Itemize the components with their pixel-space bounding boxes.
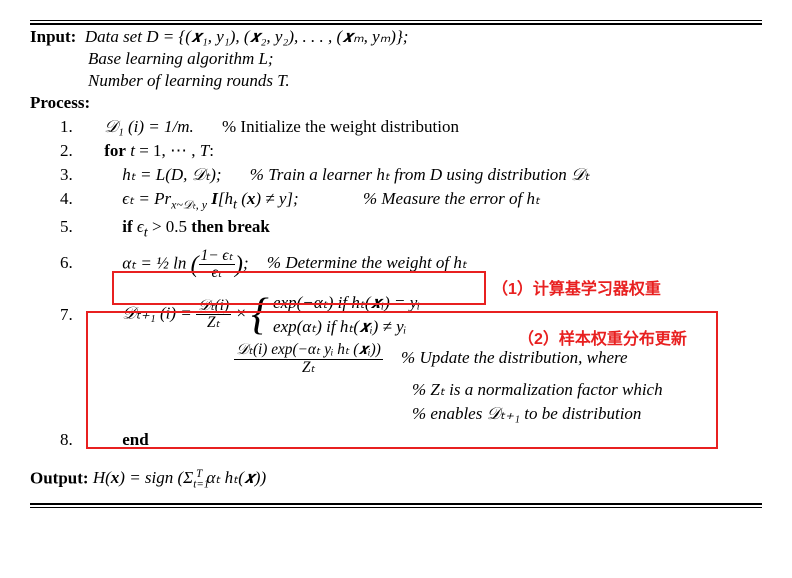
step-num: 5. [60, 217, 90, 237]
step-num: 2. [60, 141, 90, 161]
step-text: for for t = 1, ⋯ , T:t = 1, ⋯ , T: [94, 141, 214, 161]
comment-text: % Determine the weight of hₜ [253, 253, 467, 272]
comment-text: % Measure the error of hₜ [303, 189, 540, 208]
step-num: 3. [60, 165, 90, 185]
output-label: Output: [30, 468, 89, 487]
comment-text: % enables 𝒟ₜ₊₁ to be distribution [60, 404, 641, 423]
input-block: Input: Data set D = {(𝒙₁, y₁), (𝒙₂, y₂),… [30, 27, 762, 47]
step-7c: % Zₜ is a normalization factor which [30, 380, 762, 400]
step-num: 4. [60, 189, 90, 209]
step-text: 𝒟ₜ₊₁ (i) = 𝒟ₜ(i)Zₜ × { exp(−αₜ) if hₜ(𝒙ᵢ… [94, 291, 420, 339]
step-text: 𝒟ₜ(i) exp(−αₜ yᵢ hₜ (𝒙ᵢ))Zₜ [94, 342, 383, 375]
step-num: 8. [60, 430, 90, 450]
step-6: 6. αₜ = ½ ln (1− ϵₜϵₜ); % Determine the … [30, 248, 762, 281]
step-7d: % enables 𝒟ₜ₊₁ to be distribution [30, 404, 762, 424]
output-formula: H(x) = sign (Σt=1T αₜ hₜ(𝒙)) [93, 468, 266, 487]
step-num: 6. [60, 253, 90, 273]
step-8: 8. end [30, 430, 762, 450]
step-2: 2. for for t = 1, ⋯ , T:t = 1, ⋯ , T: [30, 141, 762, 161]
comment-text: % Train a learner hₜ from D using distri… [226, 165, 590, 184]
step-3: 3. hₜ = L(D, 𝒟ₜ); % Train a learner hₜ f… [30, 165, 762, 185]
case-text: exp(−αₜ) if hₜ(𝒙ᵢ) = yᵢ [273, 291, 420, 315]
step-7b: 𝒟ₜ(i) exp(−αₜ yᵢ hₜ (𝒙ᵢ))Zₜ % Update the… [30, 342, 762, 375]
step-5: 5. if ϵt > 0.5 then break [30, 217, 762, 241]
step-text: ϵₜ = Prx~𝒟ₜ, y I[ht (x) ≠ y]; [94, 189, 298, 213]
algorithm-body: Input: Data set D = {(𝒙₁, y₁), (𝒙₂, y₂),… [30, 27, 762, 491]
rounds-text: Number of learning rounds T. [30, 71, 762, 91]
base-learner-text: Base learning algorithm L; [30, 49, 762, 69]
step-text: 𝒟₁ (i) = 1/m. [94, 117, 194, 137]
dataset-text: Data set D = {(𝒙₁, y₁), (𝒙₂, y₂), . . . … [85, 27, 409, 46]
step-num: 7. [60, 305, 90, 325]
input-label: Input: [30, 27, 76, 46]
step-text: end [94, 430, 148, 450]
step-text: hₜ = L(D, 𝒟ₜ); [94, 165, 221, 185]
step-text: if ϵt > 0.5 then break [94, 217, 270, 241]
step-4: 4. ϵₜ = Prx~𝒟ₜ, y I[ht (x) ≠ y]; % Measu… [30, 189, 762, 213]
comment-text: % Update the distribution, where [387, 348, 628, 367]
case-text: exp(αₜ) if hₜ(𝒙ᵢ) ≠ yᵢ [273, 315, 420, 339]
step-num: 1. [60, 117, 90, 137]
step-1: 1. 𝒟₁ (i) = 1/m. % Initialize the weight… [30, 117, 762, 137]
comment-text: % Initialize the weight distribution [198, 117, 459, 136]
output-block: Output: H(x) = sign (Σt=1T αₜ hₜ(𝒙)) [30, 468, 762, 491]
step-text: αₜ = ½ ln (1− ϵₜϵₜ); [94, 248, 248, 281]
step-7: 7. 𝒟ₜ₊₁ (i) = 𝒟ₜ(i)Zₜ × { exp(−αₜ) if hₜ… [30, 291, 762, 339]
comment-text: % Zₜ is a normalization factor which [60, 380, 663, 399]
process-label: Process: [30, 93, 762, 113]
